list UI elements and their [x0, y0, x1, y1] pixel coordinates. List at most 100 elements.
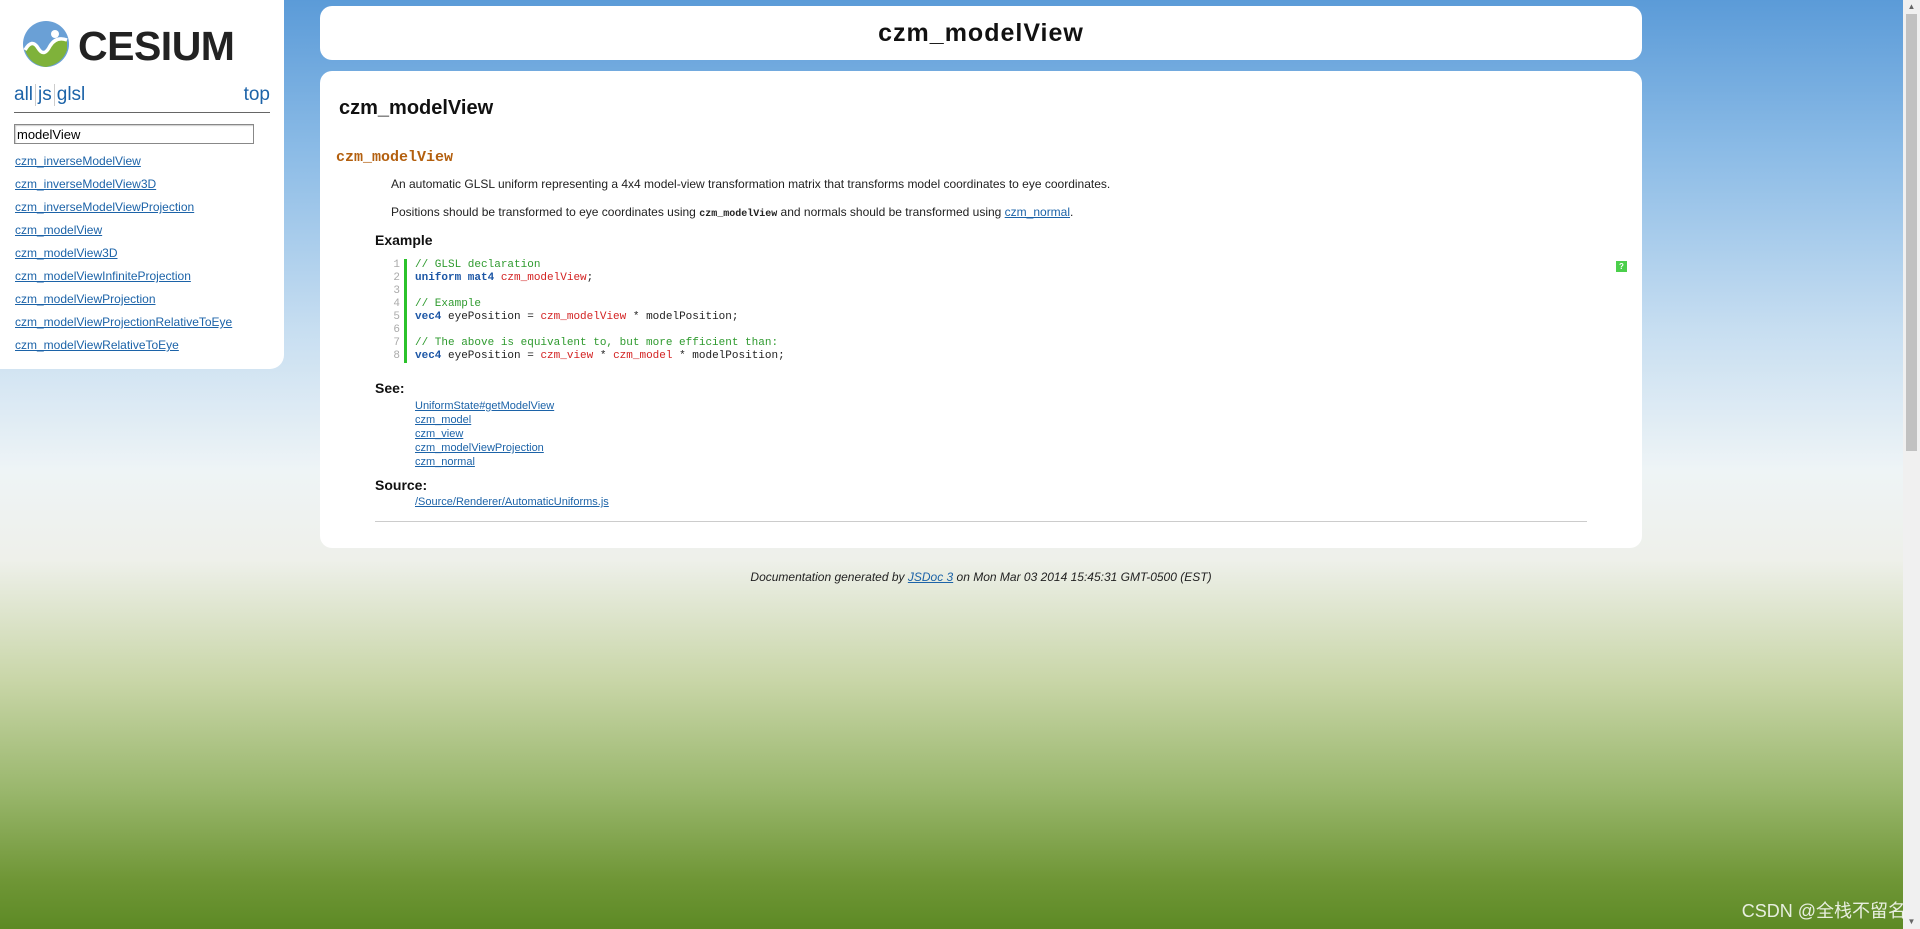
sidebar: CESIUM alljsglsl top czm_inverseModelVie…	[0, 0, 284, 369]
filter-js-link[interactable]: js	[38, 84, 52, 105]
content-heading: czm_modelView	[339, 97, 494, 119]
line-number: 1	[393, 259, 400, 271]
see-title: See:	[375, 380, 405, 396]
filter-all-link[interactable]: all	[14, 84, 33, 105]
source-title: Source:	[375, 477, 428, 493]
code-line: 8 vec4 eyePosition = czm_view * czm_model…	[386, 350, 1386, 363]
list-item: czm_inverseModelView	[15, 154, 232, 177]
list-item: czm_modelViewProjection	[15, 292, 232, 315]
line-number: 2	[393, 272, 400, 284]
code-line: 1 // GLSL declaration	[386, 259, 1386, 272]
footer: Documentation generated by JSDoc 3 on Mo…	[320, 570, 1642, 584]
footer-text: on Mon Mar 03 2014 15:45:31 GMT-0500 (ES…	[953, 570, 1212, 584]
sidebar-link[interactable]: czm_modelView	[15, 223, 102, 237]
jsdoc-link[interactable]: JSDoc 3	[908, 570, 953, 584]
code-line: 6	[386, 324, 1386, 337]
page-title: czm_modelView	[878, 19, 1084, 47]
search-input[interactable]	[14, 124, 254, 144]
scroll-thumb[interactable]	[1906, 14, 1917, 451]
member-description: An automatic GLSL uniform representing a…	[391, 177, 1111, 191]
list-item: czm_modelViewRelativeToEye	[15, 338, 232, 361]
list-item: czm_normal	[415, 455, 554, 469]
code-text: eyePosition =	[441, 311, 541, 323]
sidebar-link[interactable]: czm_modelViewProjectionRelativeToEye	[15, 315, 232, 329]
code-text: eyePosition =	[441, 350, 541, 362]
sidebar-link[interactable]: czm_modelView3D	[15, 246, 118, 260]
list-item: czm_modelView	[15, 223, 232, 246]
sidebar-link[interactable]: czm_modelViewRelativeToEye	[15, 338, 179, 352]
code-comment: // GLSL declaration	[415, 259, 541, 271]
line-number: 5	[393, 311, 400, 323]
code-comment: // The above is equivalent to, but more …	[415, 337, 779, 349]
code-uniform: czm_model	[613, 350, 673, 362]
help-icon[interactable]: ?	[1616, 261, 1627, 272]
scroll-up-arrow-icon[interactable]: ▲	[1903, 0, 1920, 14]
code-line: 4 // Example	[386, 298, 1386, 311]
list-item: czm_modelView3D	[15, 246, 232, 269]
code-text: * modelPosition;	[626, 311, 739, 323]
footer-text: Documentation generated by	[750, 570, 908, 584]
content-divider	[375, 521, 1587, 522]
list-item: czm_view	[415, 427, 554, 441]
czm-normal-link[interactable]: czm_normal	[1005, 205, 1070, 219]
sidebar-link[interactable]: czm_modelViewProjection	[15, 292, 156, 306]
sidebar-link-list: czm_inverseModelView czm_inverseModelVie…	[15, 154, 232, 361]
code-comment: // Example	[415, 298, 482, 310]
code-line: 2 uniform mat4 czm_modelView;	[386, 272, 1386, 285]
code-text: ;	[586, 272, 594, 284]
code-example: 1 // GLSL declaration 2 uniform mat4 czm_m…	[386, 259, 1386, 363]
see-link[interactable]: UniformState#getModelView	[415, 400, 554, 412]
sidebar-link[interactable]: czm_inverseModelViewProjection	[15, 200, 194, 214]
line-number: 7	[393, 337, 400, 349]
watermark: CSDN @全栈不留名	[1741, 901, 1906, 921]
list-item: czm_modelViewProjection	[415, 441, 554, 455]
list-item: czm_modelViewInfiniteProjection	[15, 269, 232, 292]
positions-note: Positions should be transformed to eye c…	[391, 205, 1073, 220]
sidebar-divider	[14, 112, 270, 113]
example-title: Example	[375, 232, 433, 248]
sidebar-link[interactable]: czm_inverseModelView	[15, 154, 141, 168]
top-link[interactable]: top	[244, 84, 270, 106]
code-keyword: vec4	[415, 350, 442, 362]
code-text: * modelPosition;	[672, 350, 785, 362]
line-number: 3	[393, 285, 400, 297]
note-text: and normals should be transformed using	[777, 205, 1005, 219]
filter-glsl-link[interactable]: glsl	[57, 84, 86, 105]
code-keyword: uniform mat4	[415, 272, 495, 284]
list-item: czm_modelViewProjectionRelativeToEye	[15, 315, 232, 338]
note-text: Positions should be transformed to eye c…	[391, 205, 700, 219]
scrollbar[interactable]: ▲ ▼	[1903, 0, 1920, 929]
code-line: 3	[386, 285, 1386, 298]
code-uniform: czm_modelView	[540, 311, 627, 323]
code-gutter-bar	[404, 259, 407, 363]
code-uniform: czm_view	[540, 350, 594, 362]
see-list: UniformState#getModelView czm_model czm_…	[415, 399, 554, 469]
see-link[interactable]: czm_normal	[415, 456, 475, 468]
line-number: 6	[393, 324, 400, 336]
inline-code: czm_modelView	[699, 209, 778, 220]
list-item: czm_inverseModelViewProjection	[15, 200, 232, 223]
main-content: czm_modelView czm_modelView An automatic…	[320, 71, 1642, 548]
source-link[interactable]: /Source/Renderer/AutomaticUniforms.js	[415, 496, 609, 508]
list-item: czm_model	[415, 413, 554, 427]
code-uniform: czm_modelView	[500, 272, 587, 284]
cesium-logo-icon	[23, 21, 69, 67]
sidebar-link[interactable]: czm_inverseModelView3D	[15, 177, 156, 191]
member-name: czm_modelView	[336, 149, 454, 166]
sidebar-link[interactable]: czm_modelViewInfiniteProjection	[15, 269, 191, 283]
filter-separator	[53, 84, 55, 106]
filter-separator	[35, 84, 37, 106]
code-keyword: vec4	[415, 311, 442, 323]
cesium-logo[interactable]: CESIUM	[22, 20, 264, 70]
list-item: UniformState#getModelView	[415, 399, 554, 413]
code-line: 5 vec4 eyePosition = czm_modelView * mode…	[386, 311, 1386, 324]
line-number: 4	[393, 298, 400, 310]
code-line: 7 // The above is equivalent to, but more…	[386, 337, 1386, 350]
line-number: 8	[393, 350, 400, 362]
code-text: *	[593, 350, 614, 362]
see-link[interactable]: czm_view	[415, 428, 463, 440]
see-link[interactable]: czm_model	[415, 414, 471, 426]
see-link[interactable]: czm_modelViewProjection	[415, 442, 544, 454]
page-header: czm_modelView	[320, 6, 1642, 60]
filter-bar: all js glsl top	[14, 84, 270, 106]
